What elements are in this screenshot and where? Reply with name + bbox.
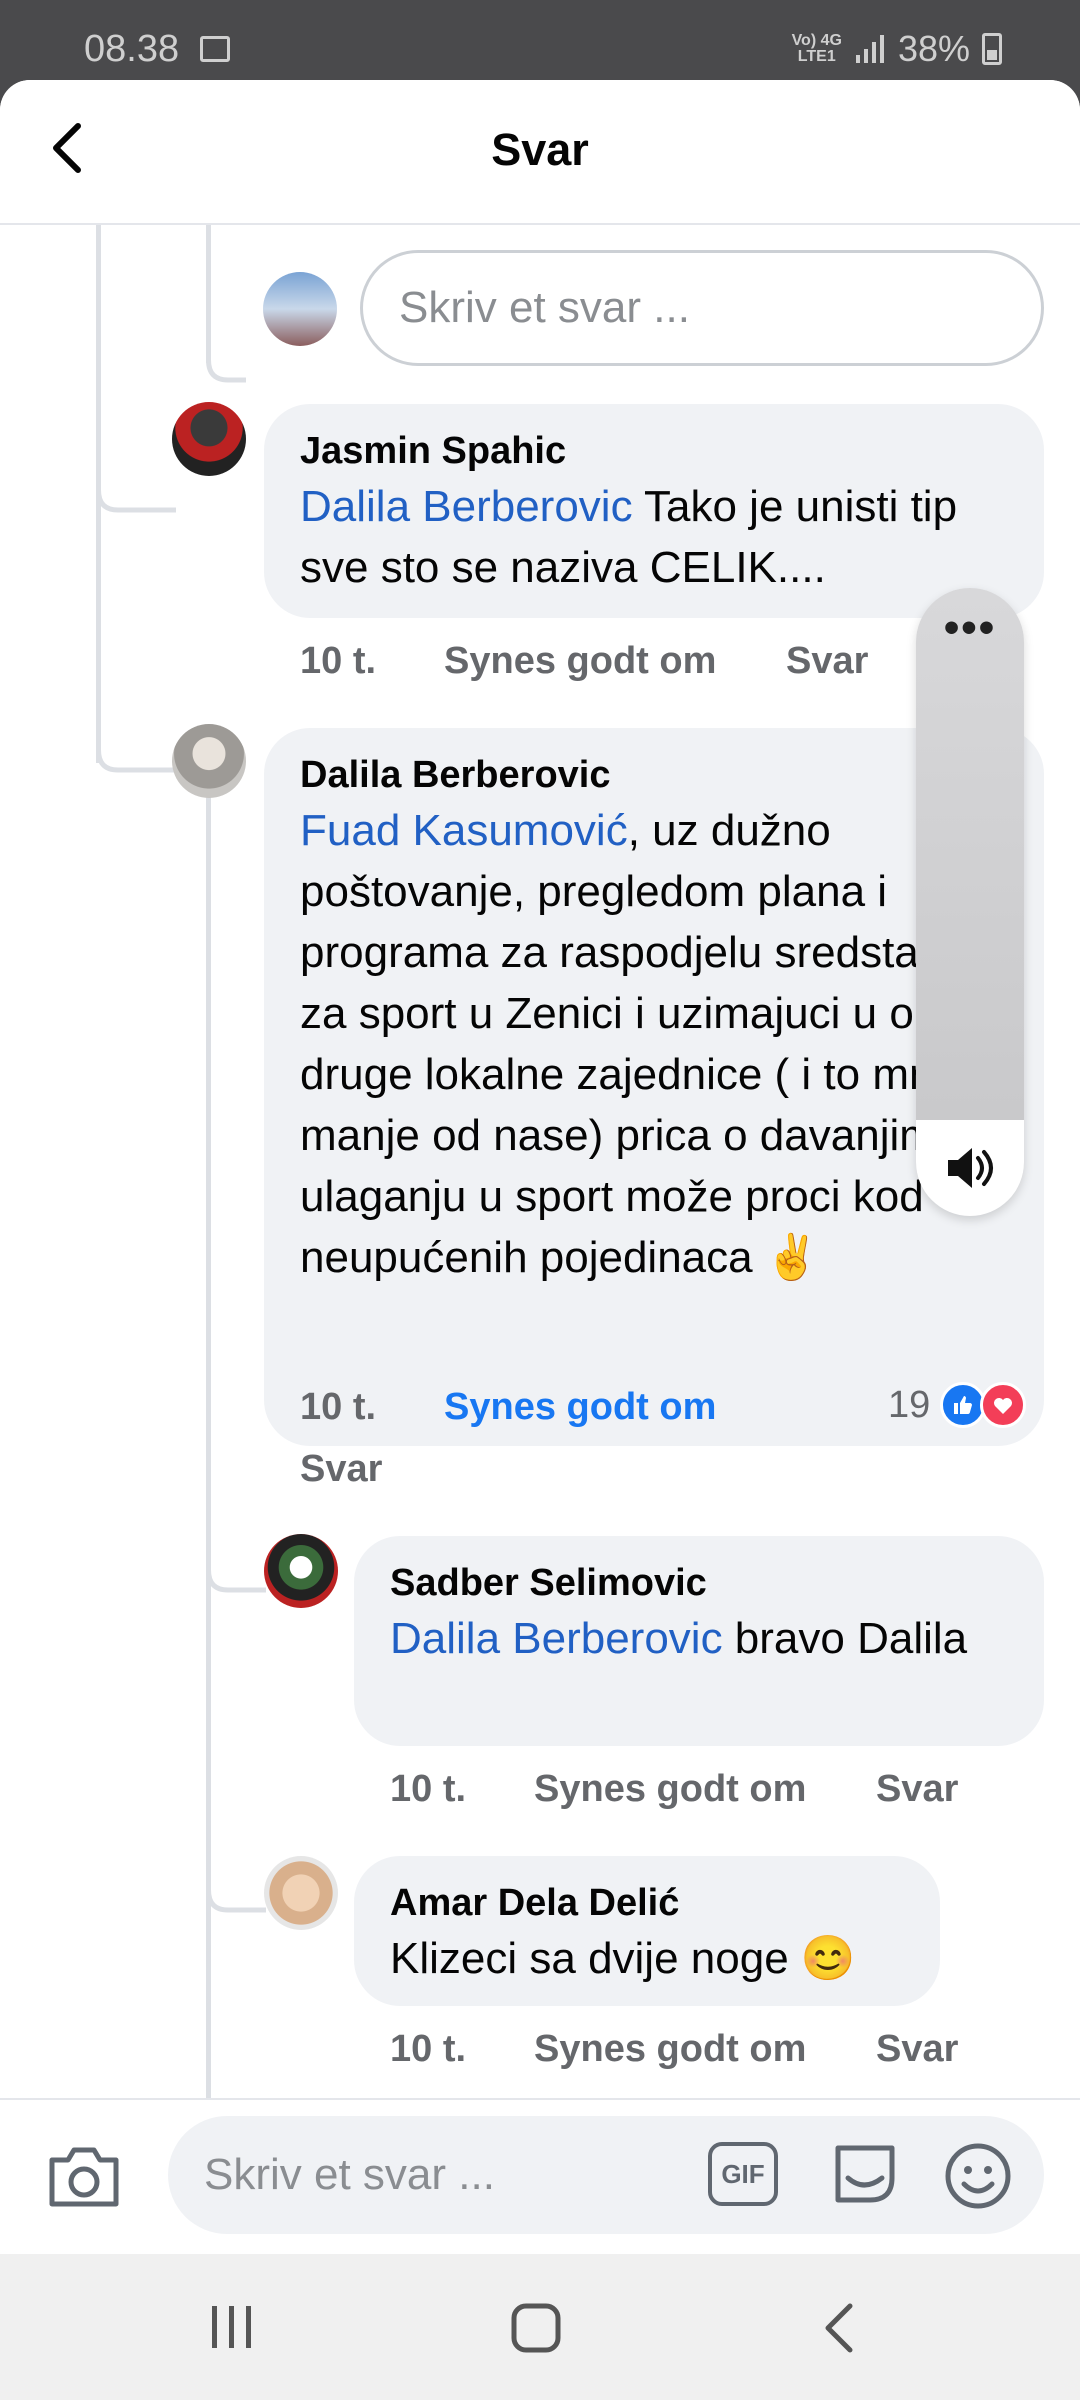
comment-bubble: Jasmin Spahic Dalila Berberovic Tako je … <box>264 404 1044 618</box>
back-nav-icon[interactable] <box>820 2302 860 2354</box>
battery-icon <box>982 33 1002 65</box>
sticker-icon[interactable] <box>828 2138 902 2210</box>
current-user-avatar <box>263 272 337 346</box>
thread-connector <box>206 330 246 383</box>
reaction-count: 19 <box>888 1383 931 1426</box>
volume-icon <box>948 1148 993 1188</box>
thread-connector <box>96 720 176 773</box>
page-title: Svar <box>491 124 589 175</box>
avatar-jasmin-spahic[interactable] <box>172 402 246 476</box>
like-button[interactable]: Synes godt om <box>444 1386 716 1429</box>
battery-percent: 38% <box>897 28 970 69</box>
status-right: Vo) 4G LTE1 38% <box>792 28 1002 70</box>
composer-placeholder: Skriv et svar ... <box>204 2150 495 2199</box>
camera-icon[interactable] <box>46 2144 122 2210</box>
comment-text: Klizeci sa dvije noge 😊 <box>390 1934 856 1983</box>
status-time: 08.38 <box>84 28 180 70</box>
replies-sheet: Svar Skriv et svar ... Jasmin Spahic Dal… <box>0 80 1080 2254</box>
reply-button[interactable]: Svar <box>786 640 868 683</box>
thread-connector <box>96 460 176 513</box>
reply-button[interactable]: Svar <box>876 1768 958 1811</box>
comment-author[interactable]: Dalila Berberovic <box>300 750 1008 800</box>
header: Svar <box>0 80 1080 225</box>
reaction-summary[interactable]: 19 <box>888 1382 1027 1428</box>
avatar-sadber-selimovic[interactable] <box>264 1534 338 1608</box>
gif-button[interactable]: GIF <box>708 2142 778 2206</box>
image-notification-icon <box>200 36 230 62</box>
comment-text: Dalila Berberovic Tako je unisti tip sve… <box>300 482 958 592</box>
comment-author[interactable]: Sadber Selimovic <box>390 1558 1008 1608</box>
status-bar: 08.38 Vo) 4G LTE1 38% <box>0 0 1080 80</box>
home-icon[interactable] <box>510 2302 562 2354</box>
comment-time: 10 t. <box>390 2028 467 2070</box>
reply-button[interactable]: Svar <box>300 1448 382 1491</box>
comment-time: 10 t. <box>300 640 377 682</box>
comment-mention[interactable]: Dalila Berberovic <box>390 1614 723 1663</box>
comment-author[interactable]: Amar Dela Delić <box>390 1878 904 1928</box>
system-navigation-bar <box>0 2254 1080 2400</box>
reply-button[interactable]: Svar <box>876 2028 958 2071</box>
comment-composer-input[interactable]: Skriv et svar ... GIF <box>168 2116 1044 2234</box>
floating-media-panel[interactable]: ••• <box>916 588 1024 1216</box>
comment-mention[interactable]: Dalila Berberovic <box>300 482 633 531</box>
comment-bubble: Sadber Selimovic Dalila Berberovic bravo… <box>354 1536 1044 1746</box>
like-button[interactable]: Synes godt om <box>534 2028 806 2071</box>
network-indicator: Vo) 4G LTE1 <box>791 32 842 65</box>
like-button[interactable]: Synes godt om <box>534 1768 806 1811</box>
comment-mention[interactable]: Fuad Kasumović <box>300 806 628 855</box>
composer-bar: Skriv et svar ... GIF <box>0 2098 1080 2254</box>
thread-connector <box>206 1540 266 1593</box>
thread-connector <box>206 1860 266 1913</box>
comment-time: 10 t. <box>300 1386 377 1428</box>
more-options-icon[interactable]: ••• <box>916 606 1024 650</box>
comment-text: Dalila Berberovic bravo Dalila <box>390 1614 968 1663</box>
recent-apps-icon[interactable] <box>208 2304 256 2350</box>
reply-input[interactable]: Skriv et svar ... <box>360 250 1044 366</box>
signal-icon <box>855 35 884 63</box>
avatar-dalila-berberovic[interactable] <box>172 724 246 798</box>
comment-time: 10 t. <box>390 1768 467 1810</box>
comment-text: Fuad Kasumović, uz dužno poštovanje, pre… <box>300 806 1007 1282</box>
comment-author[interactable]: Jasmin Spahic <box>300 426 1008 476</box>
like-button[interactable]: Synes godt om <box>444 640 716 683</box>
comment-bubble: Amar Dela Delić Klizeci sa dvije noge 😊 <box>354 1856 940 2006</box>
heart-reaction-icon <box>980 1382 1027 1428</box>
avatar-amar-dela-delic[interactable] <box>264 1856 338 1930</box>
emoji-icon[interactable] <box>944 2142 1012 2210</box>
